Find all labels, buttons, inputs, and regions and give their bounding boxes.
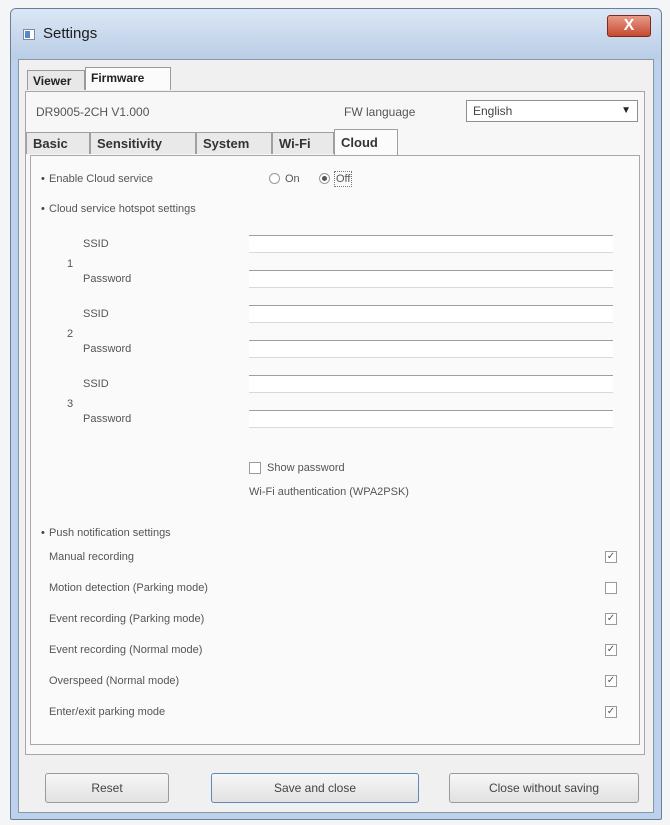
push-item-label: Event recording (Normal mode) [49,644,203,656]
password-label: Password [83,343,132,355]
push-manual-recording-checkbox[interactable] [605,551,617,563]
close-without-saving-button[interactable]: Close without saving [449,773,639,803]
push-event-parking-checkbox[interactable] [605,613,617,625]
push-item-label: Overspeed (Normal mode) [49,675,180,687]
tab-cloud[interactable]: Cloud [334,129,398,155]
password-label: Password [83,273,132,285]
bullet-icon: • [41,203,45,215]
ssid-label: SSID [83,238,109,250]
hotspot-index: 3 [67,398,74,410]
push-item-label: Motion detection (Parking mode) [49,582,208,594]
push-motion-detection-checkbox[interactable] [605,582,617,594]
hotspot-1-ssid-input[interactable] [249,235,613,253]
wifi-auth-text: Wi-Fi authentication (WPA2PSK) [249,486,409,498]
tab-sensitivity[interactable]: Sensitivity [90,132,196,154]
cloud-on-label: On [285,173,300,185]
hotspot-index: 2 [67,328,74,340]
cloud-off-label: Off [334,171,353,187]
ssid-label: SSID [83,378,109,390]
push-item-label: Manual recording [49,551,134,563]
fw-language-label: FW language [344,105,416,119]
bullet-icon: • [41,173,45,185]
tab-basic[interactable]: Basic [26,132,90,154]
tab-firmware[interactable]: Firmware [85,67,171,90]
tab-wifi[interactable]: Wi-Fi [272,132,334,154]
fw-language-select[interactable]: English ▼ [466,100,638,122]
settings-window: Settings X Viewer Firmware DR9005-2CH V1… [10,8,662,820]
show-password-label: Show password [267,462,345,474]
fw-language-value: English [473,104,513,118]
bullet-icon: • [41,527,45,539]
hotspot-index: 1 [67,258,74,270]
enable-cloud-label: Enable Cloud service [49,173,153,185]
dropdown-arrow-icon: ▼ [621,105,631,116]
cloud-settings-panel: • Enable Cloud service On Off • Cloud se… [30,155,640,745]
device-model-version: DR9005-2CH V1.000 [36,105,150,119]
hotspot-2-ssid-input[interactable] [249,305,613,323]
firmware-panel: DR9005-2CH V1.000 FW language English ▼ … [25,91,645,755]
push-event-normal-checkbox[interactable] [605,644,617,656]
window-title: Settings [43,25,98,42]
window-client-area: Viewer Firmware DR9005-2CH V1.000 FW lan… [18,59,654,813]
tab-viewer[interactable]: Viewer [27,70,85,90]
title-bar[interactable]: Settings X [11,9,661,59]
hotspot-3-password-input[interactable] [249,410,613,428]
window-app-icon [23,29,35,40]
hotspot-3-ssid-input[interactable] [249,375,613,393]
tab-system[interactable]: System [196,132,272,154]
settings-tab-strip: Basic Sensitivity System Wi-Fi Cloud [26,129,644,156]
close-button[interactable]: X [607,15,651,37]
hotspot-settings-label: Cloud service hotspot settings [49,203,196,215]
push-settings-label: Push notification settings [49,527,171,539]
push-overspeed-checkbox[interactable] [605,675,617,687]
reset-button[interactable]: Reset [45,773,169,803]
push-item-label: Enter/exit parking mode [49,706,166,718]
password-label: Password [83,413,132,425]
cloud-off-radio[interactable] [319,173,330,184]
push-enter-exit-parking-checkbox[interactable] [605,706,617,718]
show-password-checkbox[interactable] [249,462,261,474]
save-and-close-button[interactable]: Save and close [211,773,419,803]
ssid-label: SSID [83,308,109,320]
hotspot-1-password-input[interactable] [249,270,613,288]
cloud-on-radio[interactable] [269,173,280,184]
push-item-label: Event recording (Parking mode) [49,613,205,625]
hotspot-2-password-input[interactable] [249,340,613,358]
